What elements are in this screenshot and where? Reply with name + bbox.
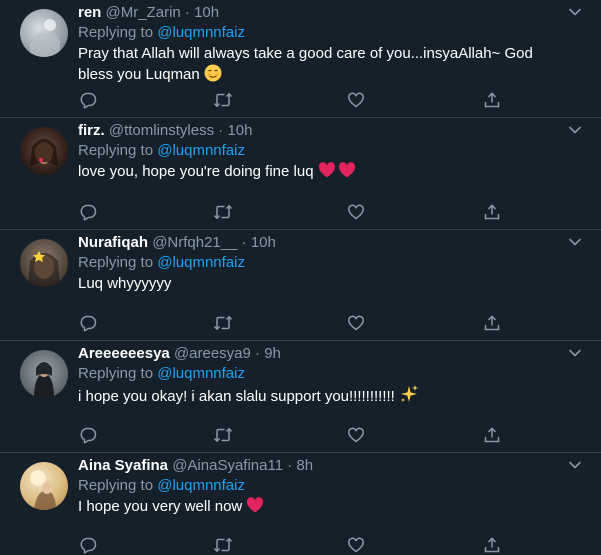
tweet-text-content: love you, hope you're doing fine luq — [78, 163, 314, 180]
red-heart-emoji — [318, 161, 356, 185]
tweet-text-content: i hope you okay! i akan slalu support yo… — [78, 388, 395, 405]
like-icon[interactable] — [346, 90, 366, 110]
user-handle[interactable]: @areesya9 — [174, 345, 251, 362]
avatar[interactable] — [20, 9, 68, 57]
relieved-face-emoji — [204, 64, 222, 88]
chevron-down-icon[interactable] — [567, 345, 583, 361]
mention-link[interactable]: @luqmnnfaiz — [157, 477, 245, 494]
display-name[interactable]: Aina Syafina — [78, 457, 168, 474]
avatar[interactable] — [20, 239, 68, 287]
replying-to: Replying to @luqmnnfaiz — [78, 140, 561, 161]
mention-link[interactable]: @luqmnnfaiz — [157, 142, 245, 159]
reply-icon[interactable] — [78, 313, 98, 333]
avatar[interactable] — [20, 127, 68, 175]
tweet-nurafiqah[interactable]: Nurafiqah @Nrfqh21__ · 10h Replying to @… — [0, 230, 601, 341]
share-icon[interactable] — [482, 535, 502, 555]
tweet-aina-syafina[interactable]: Aina Syafina @AinaSyafina11 · 8h Replyin… — [0, 453, 601, 555]
like-icon[interactable] — [346, 313, 366, 333]
tweet-actions — [78, 202, 508, 222]
tweet-text-content: I hope you very well now — [78, 498, 243, 515]
red-heart-emoji — [246, 496, 264, 520]
timestamp[interactable]: 10h — [227, 122, 252, 139]
retweet-icon[interactable] — [213, 535, 233, 555]
share-icon[interactable] — [482, 313, 502, 333]
user-handle[interactable]: @Nrfqh21__ — [152, 234, 237, 251]
timestamp[interactable]: 9h — [264, 345, 281, 362]
timestamp[interactable]: 10h — [194, 4, 219, 21]
display-name[interactable]: Nurafiqah — [78, 234, 148, 251]
user-handle[interactable]: @Mr_Zarin — [106, 4, 181, 21]
retweet-icon[interactable] — [213, 90, 233, 110]
chevron-down-icon[interactable] — [567, 4, 583, 20]
tweet-text: i hope you okay! i akan slalu support yo… — [78, 384, 561, 410]
user-handle[interactable]: @ttomlinstyless — [109, 122, 214, 139]
avatar[interactable] — [20, 350, 68, 398]
timestamp[interactable]: 10h — [251, 234, 276, 251]
replying-label: Replying to — [78, 254, 154, 271]
like-icon[interactable] — [346, 425, 366, 445]
user-handle[interactable]: @AinaSyafina11 — [172, 457, 283, 474]
like-icon[interactable] — [346, 535, 366, 555]
replying-label: Replying to — [78, 24, 154, 41]
display-name[interactable]: Areeeeeesya — [78, 345, 170, 362]
replies-feed: ren @Mr_Zarin · 10h Replying to @luqmnnf… — [0, 0, 601, 555]
chevron-down-icon[interactable] — [567, 457, 583, 473]
display-name[interactable]: ren — [78, 4, 101, 21]
share-icon[interactable] — [482, 425, 502, 445]
separator-dot: · — [184, 4, 190, 21]
tweet-firz[interactable]: firz. @ttomlinstyless · 10h Replying to … — [0, 118, 601, 230]
tweet-actions — [78, 90, 508, 110]
tweet-text: love you, hope you're doing fine luq — [78, 161, 561, 185]
tweet-ren[interactable]: ren @Mr_Zarin · 10h Replying to @luqmnnf… — [0, 0, 601, 118]
retweet-icon[interactable] — [213, 202, 233, 222]
retweet-icon[interactable] — [213, 425, 233, 445]
timestamp[interactable]: 8h — [296, 457, 313, 474]
replying-to: Replying to @luqmnnfaiz — [78, 363, 561, 384]
tweet-actions — [78, 425, 508, 445]
replying-to: Replying to @luqmnnfaiz — [78, 22, 561, 43]
sparkles-emoji — [399, 384, 419, 410]
replying-label: Replying to — [78, 142, 154, 159]
tweet-actions — [78, 313, 508, 333]
tweet-text: Luq whyyyyyy — [78, 273, 561, 294]
tweet-actions — [78, 535, 508, 555]
display-name[interactable]: firz. — [78, 122, 105, 139]
mention-link[interactable]: @luqmnnfaiz — [157, 365, 245, 382]
avatar[interactable] — [20, 462, 68, 510]
retweet-icon[interactable] — [213, 313, 233, 333]
tweet-text: Pray that Allah will always take a good … — [78, 43, 561, 88]
chevron-down-icon[interactable] — [567, 234, 583, 250]
reply-icon[interactable] — [78, 425, 98, 445]
reply-icon[interactable] — [78, 90, 98, 110]
tweet-text-content: Luq whyyyyyy — [78, 275, 172, 292]
separator-dot: · — [287, 457, 293, 474]
tweet-areeeeeesya[interactable]: Areeeeeesya @areesya9 · 9h Replying to @… — [0, 341, 601, 453]
mention-link[interactable]: @luqmnnfaiz — [157, 254, 245, 271]
chevron-down-icon[interactable] — [567, 122, 583, 138]
separator-dot: · — [241, 234, 247, 251]
share-icon[interactable] — [482, 202, 502, 222]
separator-dot: · — [255, 345, 261, 362]
reply-icon[interactable] — [78, 535, 98, 555]
reply-icon[interactable] — [78, 202, 98, 222]
tweet-text: I hope you very well now — [78, 496, 561, 520]
mention-link[interactable]: @luqmnnfaiz — [157, 24, 245, 41]
separator-dot: · — [218, 122, 224, 139]
replying-to: Replying to @luqmnnfaiz — [78, 252, 561, 273]
replying-to: Replying to @luqmnnfaiz — [78, 475, 561, 496]
like-icon[interactable] — [346, 202, 366, 222]
tweet-text-content: Pray that Allah will always take a good … — [78, 45, 533, 83]
replying-label: Replying to — [78, 365, 154, 382]
replying-label: Replying to — [78, 477, 154, 494]
share-icon[interactable] — [482, 90, 502, 110]
